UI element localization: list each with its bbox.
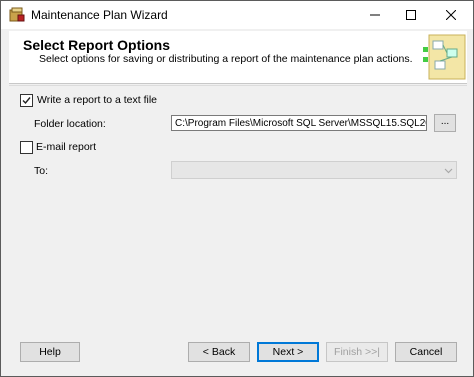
email-report-label[interactable]: E-mail report bbox=[36, 141, 96, 153]
finish-button: Finish >>| bbox=[326, 342, 388, 362]
cancel-button[interactable]: Cancel bbox=[395, 342, 457, 362]
text-report-checkbox[interactable] bbox=[20, 94, 33, 107]
wizard-art bbox=[423, 34, 466, 80]
maximize-button[interactable] bbox=[393, 1, 429, 29]
window-title: Maintenance Plan Wizard bbox=[31, 8, 168, 22]
page-title: Select Report Options bbox=[23, 37, 171, 53]
text-report-label[interactable]: Write a report to a text file bbox=[37, 94, 157, 106]
close-icon bbox=[446, 10, 456, 20]
check-icon bbox=[22, 97, 31, 105]
page-subtitle: Select options for saving or distributin… bbox=[39, 53, 413, 65]
maximize-icon bbox=[406, 10, 416, 20]
folder-location-label: Folder location: bbox=[34, 118, 106, 130]
folder-location-field[interactable]: C:\Program Files\Microsoft SQL Server\MS… bbox=[171, 115, 427, 131]
app-icon bbox=[9, 7, 25, 22]
minimize-icon bbox=[370, 14, 380, 16]
browse-button[interactable]: ... bbox=[434, 114, 456, 132]
title-bar: Maintenance Plan Wizard bbox=[1, 1, 473, 29]
wizard-window: Maintenance Plan Wizard Select Report Op… bbox=[0, 0, 474, 377]
next-button[interactable]: Next > bbox=[257, 342, 319, 362]
back-button[interactable]: < Back bbox=[188, 342, 250, 362]
email-report-checkbox[interactable] bbox=[20, 141, 33, 154]
close-button[interactable] bbox=[433, 1, 469, 29]
help-button[interactable]: Help bbox=[20, 342, 80, 362]
header-divider bbox=[9, 85, 467, 86]
wizard-header: Select Report Options Select options for… bbox=[9, 31, 467, 84]
minimize-button[interactable] bbox=[357, 1, 393, 29]
chevron-down-icon bbox=[444, 168, 453, 174]
to-label: To: bbox=[34, 165, 49, 177]
to-dropdown bbox=[171, 161, 457, 179]
